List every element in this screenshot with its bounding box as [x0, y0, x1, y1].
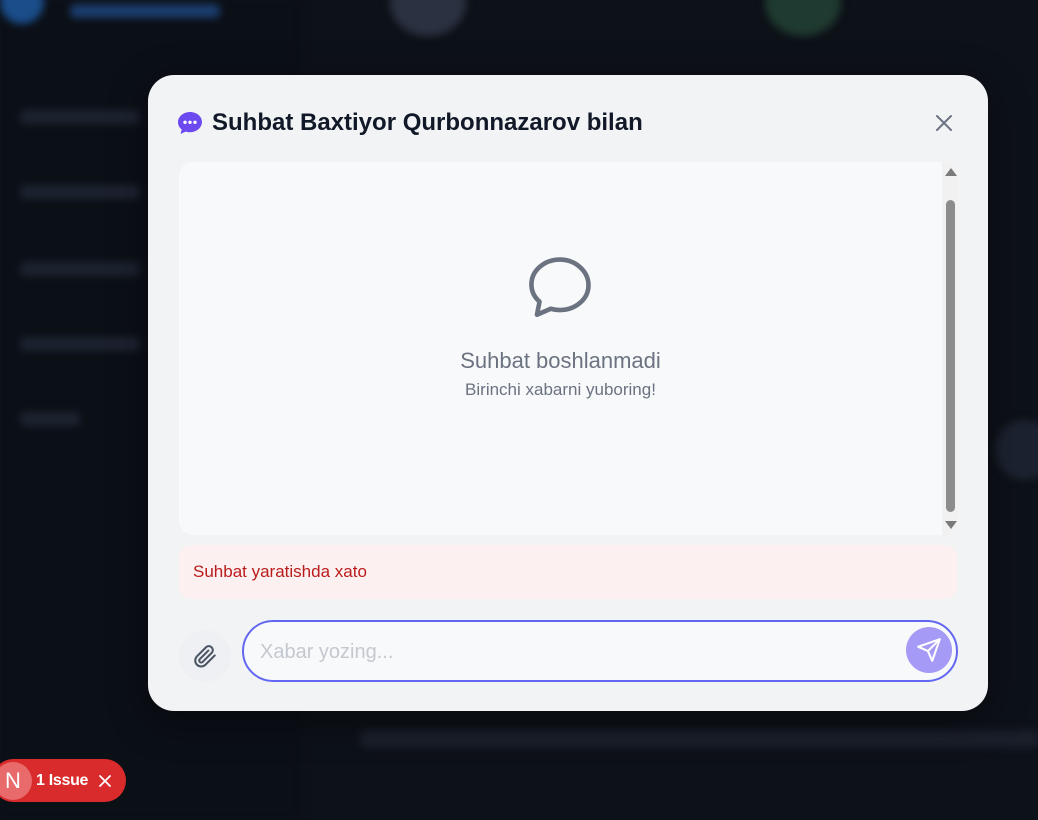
modal-title: Suhbat Baxtiyor Qurbonnazarov bilan: [212, 109, 643, 136]
chat-bubble-dots-icon: [178, 112, 202, 134]
send-icon: [917, 638, 941, 662]
background-bar: [20, 185, 140, 199]
scroll-thumb[interactable]: [946, 200, 955, 512]
background-circle: [995, 420, 1038, 480]
background-bar: [20, 262, 140, 276]
issue-count: 1 Issue: [36, 771, 89, 789]
empty-state: Suhbat boshlanmadi Birinchi xabarni yubo…: [179, 252, 942, 400]
close-icon[interactable]: [98, 774, 112, 788]
scroll-up-arrow[interactable]: [945, 168, 957, 176]
chat-bubble-outline-icon: [528, 257, 591, 318]
message-input-wrapper: [242, 620, 958, 682]
message-input[interactable]: [258, 634, 882, 670]
background-circle: [390, 0, 466, 36]
chat-modal: Suhbat Baxtiyor Qurbonnazarov bilan Suhb…: [148, 75, 988, 711]
error-message: Suhbat yaratishda xato: [179, 545, 957, 599]
messages-scrollbar[interactable]: [942, 162, 958, 535]
messages-area[interactable]: Suhbat boshlanmadi Birinchi xabarni yubo…: [179, 162, 958, 535]
error-text: Suhbat yaratishda xato: [193, 562, 367, 581]
modal-header: Suhbat Baxtiyor Qurbonnazarov bilan: [176, 105, 960, 141]
background-bar: [20, 412, 80, 426]
background-circle: [765, 0, 841, 36]
issue-badge[interactable]: N 1 Issue: [0, 759, 126, 802]
scroll-down-arrow[interactable]: [945, 521, 957, 529]
empty-subtitle: Birinchi xabarni yuboring!: [465, 380, 656, 399]
empty-title: Suhbat boshlanmadi: [460, 348, 661, 373]
background-bar: [20, 337, 140, 351]
background-bar: [70, 4, 220, 18]
paperclip-icon: [194, 645, 216, 668]
background-bar: [20, 110, 140, 124]
issue-logo: N: [0, 761, 32, 800]
background-bar: [360, 730, 1038, 748]
close-button[interactable]: [928, 107, 960, 139]
close-icon: [936, 115, 952, 131]
send-button[interactable]: [906, 627, 952, 673]
attach-button[interactable]: [179, 630, 231, 682]
